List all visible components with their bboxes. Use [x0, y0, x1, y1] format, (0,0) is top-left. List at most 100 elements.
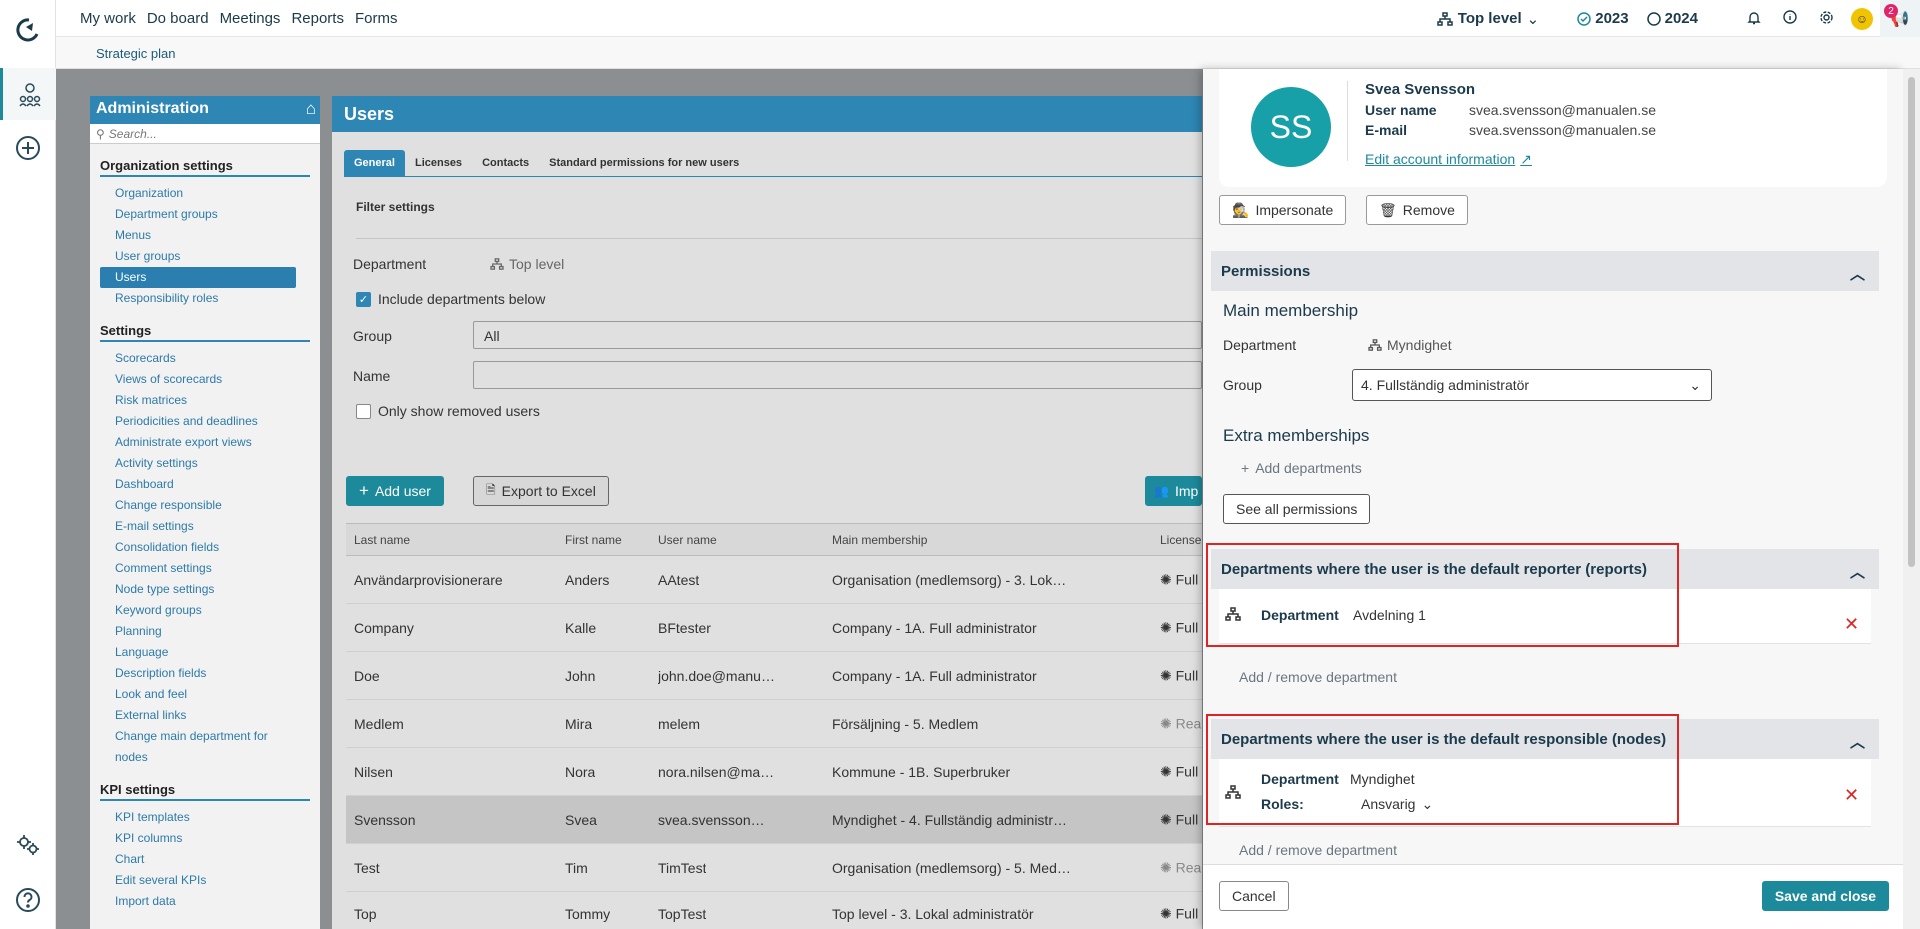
table-row[interactable]: Test Tim TimTest Organisation (medlemsor…	[346, 844, 1202, 892]
gear-icon[interactable]	[1808, 10, 1844, 28]
scrollbar-thumb[interactable]	[1908, 77, 1915, 567]
admin-link-export-views[interactable]: Administrate export views	[90, 432, 320, 453]
nav-my-work[interactable]: My work	[80, 10, 136, 27]
impersonate-button[interactable]: 🕵 Impersonate	[1219, 195, 1347, 225]
add-remove-responsible-dept[interactable]: Add / remove department	[1239, 842, 1397, 858]
remove-reporter-dept-icon[interactable]: ✕	[1844, 614, 1859, 635]
remove-responsible-dept-icon[interactable]: ✕	[1844, 785, 1859, 806]
only-removed[interactable]: Only show removed users	[356, 403, 540, 419]
nav-meetings[interactable]: Meetings	[220, 10, 281, 27]
col-last-name[interactable]: Last name	[354, 533, 410, 547]
admin-settings-icon[interactable]	[0, 830, 56, 860]
admin-search[interactable]: ⚲ Search...	[90, 124, 320, 144]
group-dropdown[interactable]: 4. Fullständig administratör ⌄	[1352, 369, 1712, 401]
admin-link-comment-settings[interactable]: Comment settings	[90, 558, 320, 579]
edit-account-link[interactable]: Edit account information ↗	[1365, 151, 1532, 168]
table-row[interactable]: Doe John john.doe@manu… Company - 1A. Fu…	[346, 652, 1202, 700]
admin-link-language[interactable]: Language	[90, 642, 320, 663]
table-row[interactable]: Nilsen Nora nora.nilsen@ma… Kommune - 1B…	[346, 748, 1202, 796]
app-logo-icon[interactable]	[0, 12, 56, 48]
admin-link-responsibility-roles[interactable]: Responsibility roles	[90, 288, 320, 309]
admin-link-organization[interactable]: Organization	[90, 183, 320, 204]
add-user-button[interactable]: + Add user	[346, 476, 444, 506]
nav-forms[interactable]: Forms	[355, 10, 398, 27]
col-main-membership[interactable]: Main membership	[832, 533, 927, 547]
admin-link-kpi-templates[interactable]: KPI templates	[90, 807, 320, 828]
admin-link-change-main-department[interactable]: Change main department for	[90, 726, 320, 747]
panel-scrollbar[interactable]	[1903, 69, 1920, 929]
add-remove-reporter-dept[interactable]: Add / remove department	[1239, 669, 1397, 685]
export-excel-button[interactable]: 🗎 Export to Excel	[473, 476, 609, 506]
strategy-icon[interactable]	[0, 68, 56, 120]
admin-link-keyword-groups[interactable]: Keyword groups	[90, 600, 320, 621]
table-row[interactable]: Top Tommy TopTest Top level - 3. Lokal a…	[346, 892, 1202, 929]
cancel-button[interactable]: Cancel	[1219, 881, 1289, 911]
info-icon[interactable]	[1772, 10, 1808, 27]
admin-link-description-fields[interactable]: Description fields	[90, 663, 320, 684]
see-all-permissions-button[interactable]: See all permissions	[1223, 494, 1371, 524]
cell-user-name: AAtest	[658, 571, 700, 588]
year-2024[interactable]: 2024	[1646, 10, 1698, 27]
tab-licenses[interactable]: Licenses	[405, 150, 472, 176]
admin-link-risk-matrices[interactable]: Risk matrices	[90, 390, 320, 411]
department-value[interactable]: Top level	[490, 256, 564, 272]
include-below[interactable]: ✓ Include departments below	[356, 291, 545, 307]
include-below-checkbox[interactable]: ✓	[356, 291, 371, 307]
user-avatar-icon[interactable]: ☺	[1844, 7, 1880, 30]
permissions-header[interactable]: Permissions ︿	[1211, 251, 1879, 291]
nav-reports[interactable]: Reports	[291, 10, 344, 27]
strategic-plan-link[interactable]: Strategic plan	[96, 46, 176, 61]
admin-link-activity-settings[interactable]: Activity settings	[90, 453, 320, 474]
tab-contacts[interactable]: Contacts	[472, 150, 539, 176]
admin-link-department-groups[interactable]: Department groups	[90, 204, 320, 225]
admin-link-planning[interactable]: Planning	[90, 621, 320, 642]
admin-link-email-settings[interactable]: E-mail settings	[90, 516, 320, 537]
admin-link-menus[interactable]: Menus	[90, 225, 320, 246]
admin-link-external-links[interactable]: External links	[90, 705, 320, 726]
cell-license: ✺ Rea	[1160, 859, 1201, 876]
hierarchy-icon	[490, 258, 504, 270]
admin-link-dashboard[interactable]: Dashboard	[90, 474, 320, 495]
admin-link-users[interactable]: Users	[100, 267, 296, 288]
add-departments-link[interactable]: + Add departments	[1241, 460, 1362, 476]
panel-department-text: Myndighet	[1387, 337, 1452, 353]
admin-link-user-groups[interactable]: User groups	[90, 246, 320, 267]
admin-link-chart[interactable]: Chart	[90, 849, 320, 870]
table-row[interactable]: Användarprovisionerare Anders AAtest Org…	[346, 556, 1202, 604]
table-row[interactable]: Company Kalle BFtester Company - 1A. Ful…	[346, 604, 1202, 652]
admin-link-kpi-columns[interactable]: KPI columns	[90, 828, 320, 849]
add-circle-icon[interactable]	[0, 132, 56, 164]
remove-button[interactable]: 🗑 Remove	[1366, 195, 1468, 225]
table-row[interactable]: Medlem Mira melem Försäljning - 5. Medle…	[346, 700, 1202, 748]
admin-link-edit-several-kpis[interactable]: Edit several KPIs	[90, 870, 320, 891]
bell-icon[interactable]	[1736, 10, 1772, 28]
admin-link-look-and-feel[interactable]: Look and feel	[90, 684, 320, 705]
nav-do-board[interactable]: Do board	[147, 10, 209, 27]
col-first-name[interactable]: First name	[565, 533, 622, 547]
level-selector[interactable]: Top level ⌄	[1437, 10, 1539, 28]
admin-link-periodicities[interactable]: Periodicities and deadlines	[90, 411, 320, 432]
col-license[interactable]: License	[1160, 533, 1201, 547]
import-users-button[interactable]: 👥 Imp	[1145, 476, 1202, 506]
admin-link-views-of-scorecards[interactable]: Views of scorecards	[90, 369, 320, 390]
name-input[interactable]	[473, 361, 1202, 389]
announcements-icon[interactable]: 📢 2	[1880, 0, 1920, 37]
tab-standard-permissions[interactable]: Standard permissions for new users	[539, 150, 749, 176]
table-row-selected[interactable]: Svensson Svea svea.svensson… Myndighet -…	[346, 796, 1202, 844]
admin-link-change-main-department-cont[interactable]: nodes	[90, 747, 320, 768]
admin-link-scorecards[interactable]: Scorecards	[90, 348, 320, 369]
include-below-label: Include departments below	[378, 291, 546, 307]
admin-link-node-type-settings[interactable]: Node type settings	[90, 579, 320, 600]
only-removed-checkbox[interactable]	[356, 403, 371, 419]
circle-icon	[1646, 11, 1661, 26]
group-select[interactable]: All	[473, 321, 1202, 349]
col-user-name[interactable]: User name	[658, 533, 717, 547]
admin-link-change-responsible[interactable]: Change responsible	[90, 495, 320, 516]
year-2023[interactable]: 2023	[1577, 10, 1629, 27]
admin-link-consolidation-fields[interactable]: Consolidation fields	[90, 537, 320, 558]
help-icon[interactable]	[0, 885, 56, 915]
home-icon[interactable]: ⌂	[306, 99, 316, 119]
tab-general[interactable]: General	[344, 150, 405, 176]
save-and-close-button[interactable]: Save and close	[1761, 881, 1889, 911]
admin-link-import-data[interactable]: Import data	[90, 891, 320, 912]
